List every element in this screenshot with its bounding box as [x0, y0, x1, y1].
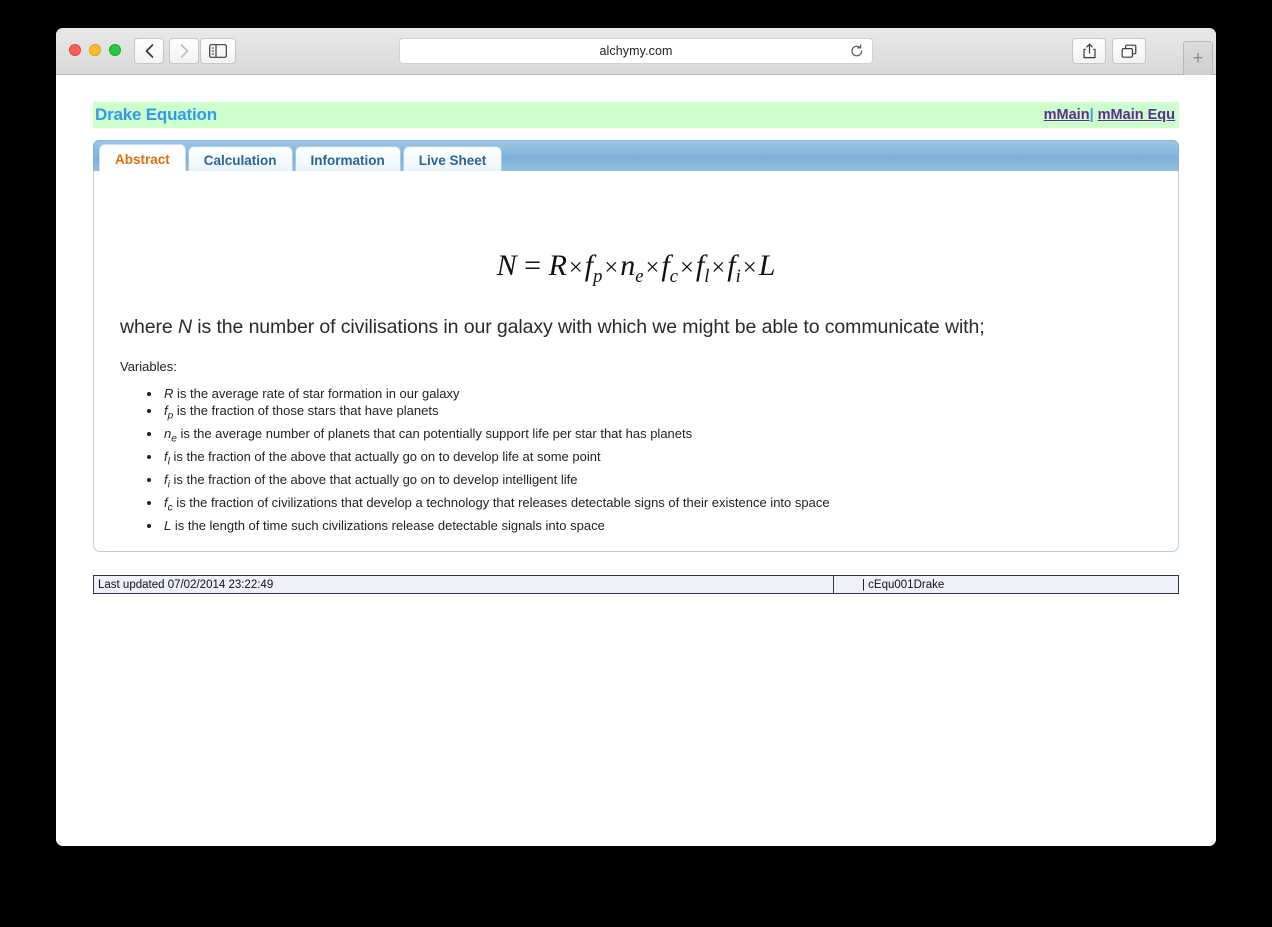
new-tab-button[interactable]: + [1183, 41, 1213, 75]
tab-calculation[interactable]: Calculation [187, 146, 293, 174]
equation-term-fl: fl [695, 249, 710, 287]
last-updated-text: Last updated 07/02/2014 23:22:49 [94, 576, 834, 593]
back-button[interactable] [134, 38, 164, 64]
variable-description: is the length of time such civilizations… [171, 517, 605, 533]
page-code-text: | cEqu001Drake [862, 578, 945, 591]
variable-description: is the fraction of those stars that have… [173, 403, 439, 419]
show-tabs-icon [1121, 44, 1137, 58]
link-separator: | [1089, 107, 1094, 123]
window-controls [69, 44, 121, 56]
new-tab-label: + [1192, 48, 1204, 69]
variable-description: is the fraction of the above that actual… [169, 449, 601, 465]
equation-term-ne: ne [620, 249, 644, 287]
page-title: Drake Equation [95, 105, 217, 124]
variable-description: is the fraction of the above that actual… [169, 471, 578, 487]
address-bar[interactable]: alchymy.com [399, 38, 873, 64]
variable-description: is the average rate of star formation in… [173, 386, 460, 401]
equation-operator: × [711, 254, 726, 281]
variable-symbol: R [164, 386, 174, 401]
equation-operator: × [680, 254, 694, 281]
tab-information[interactable]: Information [294, 146, 401, 174]
share-icon [1082, 43, 1096, 59]
variable-item: R is the average rate of star formation … [162, 385, 1178, 402]
equation-equals: = [524, 249, 542, 282]
equation-term-R: R [548, 249, 567, 282]
web-page: Drake Equation mMain| mMain Equ Abstract… [56, 75, 1216, 846]
equation-term-fc: fc [661, 249, 679, 287]
reload-button[interactable] [850, 44, 864, 63]
chevron-right-icon [180, 44, 188, 58]
sidebar-toggle-icon [209, 44, 227, 58]
toolbar-right-buttons [1072, 38, 1146, 64]
tab-panel-abstract: N = R×fp×ne×fc×fl×fi×L where N is the nu… [93, 171, 1179, 552]
tab-bar: Abstract Calculation Information Live Sh… [99, 142, 504, 174]
browser-window: alchymy.com + Drake Equation mMain| mMai… [56, 28, 1216, 846]
equation-term-L: L [758, 249, 776, 282]
minimize-window-button[interactable] [89, 44, 101, 56]
variable-description: is the fraction of civilizations that de… [172, 494, 830, 510]
equation-operator: × [742, 254, 757, 281]
header-links: mMain| mMain Equ [1044, 107, 1177, 123]
variables-list: R is the average rate of star formation … [94, 385, 1178, 534]
page-footer: Last updated 07/02/2014 23:22:49 | cEqu0… [93, 575, 1179, 594]
forward-button[interactable] [169, 38, 199, 64]
sidebar-toggle-button[interactable] [200, 38, 236, 64]
equation-term-fi: fi [727, 249, 741, 287]
variable-item: fc is the fraction of civilizations that… [162, 494, 1178, 517]
site-header-bar: Drake Equation mMain| mMain Equ [93, 102, 1179, 128]
equation-operator: × [568, 254, 583, 281]
variable-item: ne is the average number of planets that… [162, 425, 1178, 448]
share-button[interactable] [1072, 38, 1106, 64]
link-mmain-equ[interactable]: mMain Equ [1098, 107, 1175, 123]
show-tabs-button[interactable] [1112, 38, 1146, 64]
equation-factors: R×fp×ne×fc×fl×fi×L [548, 249, 776, 287]
maximize-window-button[interactable] [109, 44, 121, 56]
where-symbol: N [177, 316, 192, 338]
tab-live-sheet-label: Live Sheet [418, 153, 487, 168]
variable-description: is the average number of planets that ca… [176, 426, 693, 442]
where-suffix: is the number of civilisations in our ga… [191, 316, 985, 338]
tab-information-label: Information [310, 153, 385, 168]
variable-item: L is the length of time such civilizatio… [162, 517, 1178, 534]
drake-equation: N = R×fp×ne×fc×fl×fi×L [94, 249, 1178, 288]
equation-lhs: N [496, 249, 517, 282]
close-window-button[interactable] [69, 44, 81, 56]
browser-titlebar: alchymy.com + [56, 28, 1216, 75]
url-text: alchymy.com [599, 44, 673, 58]
variables-label: Variables: [120, 359, 177, 374]
navigation-buttons [134, 38, 199, 64]
link-mmain[interactable]: mMain [1044, 107, 1090, 123]
chevron-left-icon [145, 44, 153, 58]
tab-live-sheet[interactable]: Live Sheet [402, 146, 503, 174]
equation-term-fp: fp [584, 249, 603, 287]
where-line: where N is the number of civilisations i… [120, 316, 1178, 339]
variable-item: fl is the fraction of the above that act… [162, 448, 1178, 471]
reload-icon [851, 44, 863, 57]
variable-item: fp is the fraction of those stars that h… [162, 402, 1178, 425]
equation-operator: × [645, 254, 660, 281]
where-prefix: where [120, 316, 178, 338]
tab-calculation-label: Calculation [203, 153, 277, 168]
tab-abstract-label: Abstract [115, 152, 170, 167]
equation-operator: × [604, 254, 619, 281]
tab-abstract[interactable]: Abstract [99, 144, 186, 174]
variable-item: fi is the fraction of the above that act… [162, 471, 1178, 494]
